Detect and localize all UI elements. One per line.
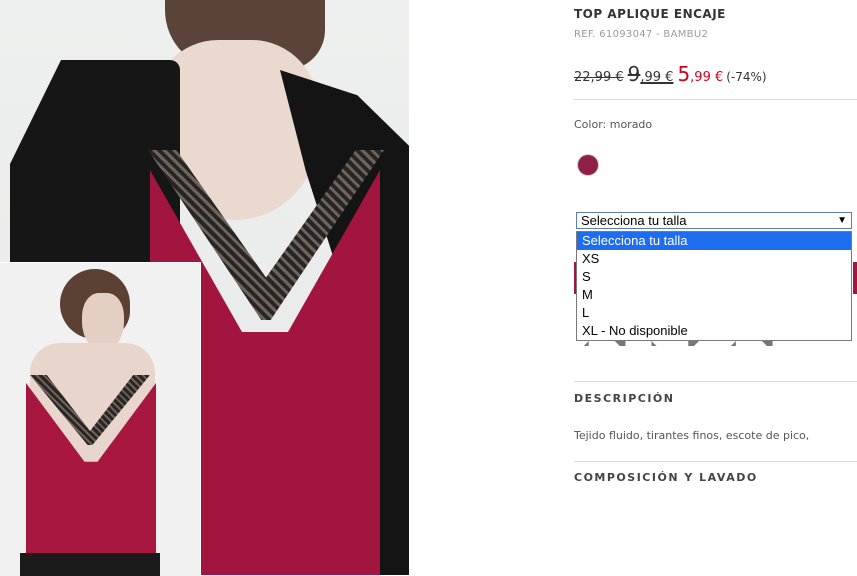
size-option[interactable]: M (577, 286, 851, 304)
divider (574, 461, 857, 462)
size-select[interactable]: Selecciona tu talla ▼ (576, 212, 852, 229)
size-option[interactable]: XL - No disponible (577, 322, 851, 340)
price-sale: 5,99 € (677, 62, 723, 86)
size-option[interactable]: Selecciona tu talla (577, 232, 851, 250)
price-previous: 9,99 € (628, 62, 674, 86)
description-heading[interactable]: DESCRIPCIÓN (574, 392, 675, 405)
price-block: 22,99 €9,99 €5,99 € (-74%) (574, 62, 767, 86)
composition-heading[interactable]: COMPOSICIÓN Y LAVADO (574, 471, 758, 484)
model-pants (20, 553, 160, 576)
divider (574, 381, 857, 382)
size-option[interactable]: S (577, 268, 851, 286)
size-options-list[interactable]: Selecciona tu talla XS S M L XL - No dis… (576, 231, 852, 341)
color-swatch-morado[interactable] (578, 155, 598, 175)
size-select-value: Selecciona tu talla (581, 213, 687, 228)
add-to-cart-button-edge-right[interactable] (853, 262, 857, 294)
size-option[interactable]: L (577, 304, 851, 322)
size-option[interactable]: XS (577, 250, 851, 268)
product-title: TOP APLIQUE ENCAJE (574, 7, 726, 21)
price-original: 22,99 € (574, 70, 624, 85)
color-label: Color: morado (574, 118, 653, 131)
price-sale-dec: ,99 € (690, 70, 724, 85)
divider (574, 99, 857, 100)
product-thumbnail-image[interactable] (0, 262, 201, 576)
product-reference: REF. 61093047 - BAMBU2 (574, 29, 709, 40)
price-previous-dec: ,99 € (640, 70, 674, 85)
price-sale-int: 5 (677, 62, 691, 86)
discount-badge: (-74%) (726, 70, 767, 84)
price-previous-int: 9 (627, 62, 641, 86)
description-text: Tejido fluido, tirantes finos, escote de… (574, 429, 810, 442)
chevron-down-icon[interactable]: ▼ (837, 213, 847, 229)
